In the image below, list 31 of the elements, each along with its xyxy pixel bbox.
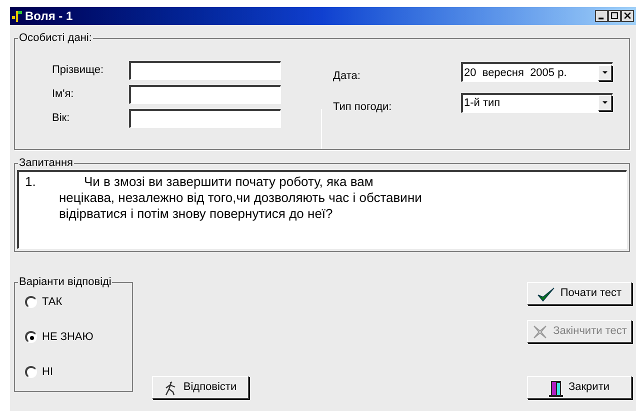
field-label: Тип погоди: (333, 100, 393, 114)
radio-button[interactable] (25, 331, 37, 343)
dropdown[interactable]: 1-й тип (461, 92, 613, 113)
field-label: Вік: (52, 111, 71, 126)
checkmark-icon (537, 286, 556, 302)
radio-option[interactable]: НІ (25, 365, 132, 379)
field-label: Прізвище: (52, 63, 105, 78)
minimize-icon[interactable] (595, 10, 608, 22)
radio-button[interactable] (25, 366, 37, 378)
group-title: Особисті дані: (18, 31, 93, 45)
start-button[interactable]: Почати тест (527, 282, 632, 305)
question-text: Чи в змозі ви завершити почату роботу, яка вам нецікава, незалежно від того,чи дозволяють час і обставини відірватися і потім знову повернутися до неї? (59, 174, 422, 223)
close-icon[interactable] (621, 10, 634, 22)
close-button[interactable]: Закрити (527, 376, 632, 399)
answer-button[interactable]: Відповісти (152, 376, 249, 399)
text-field[interactable] (129, 109, 281, 128)
group-title: Варіанти відповіді (18, 275, 112, 289)
maximize-icon[interactable] (608, 10, 621, 22)
radio-button[interactable] (25, 296, 37, 308)
radio-option[interactable]: ТАК (25, 295, 132, 309)
app-icon (12, 10, 22, 22)
text-field[interactable] (129, 85, 281, 104)
radio-option[interactable]: НЕ ЗНАЮ (25, 330, 132, 344)
field-label: Ім'я: (52, 87, 75, 102)
dropdown[interactable]: 20 вересня 2005 р. (461, 62, 613, 82)
field-label: Дата: (333, 69, 362, 84)
window-title: Воля - 1 (25, 8, 73, 25)
text-field[interactable] (129, 61, 281, 80)
question-number: 1. (24, 174, 37, 191)
cross-icon (532, 324, 548, 340)
door-icon (549, 378, 564, 396)
